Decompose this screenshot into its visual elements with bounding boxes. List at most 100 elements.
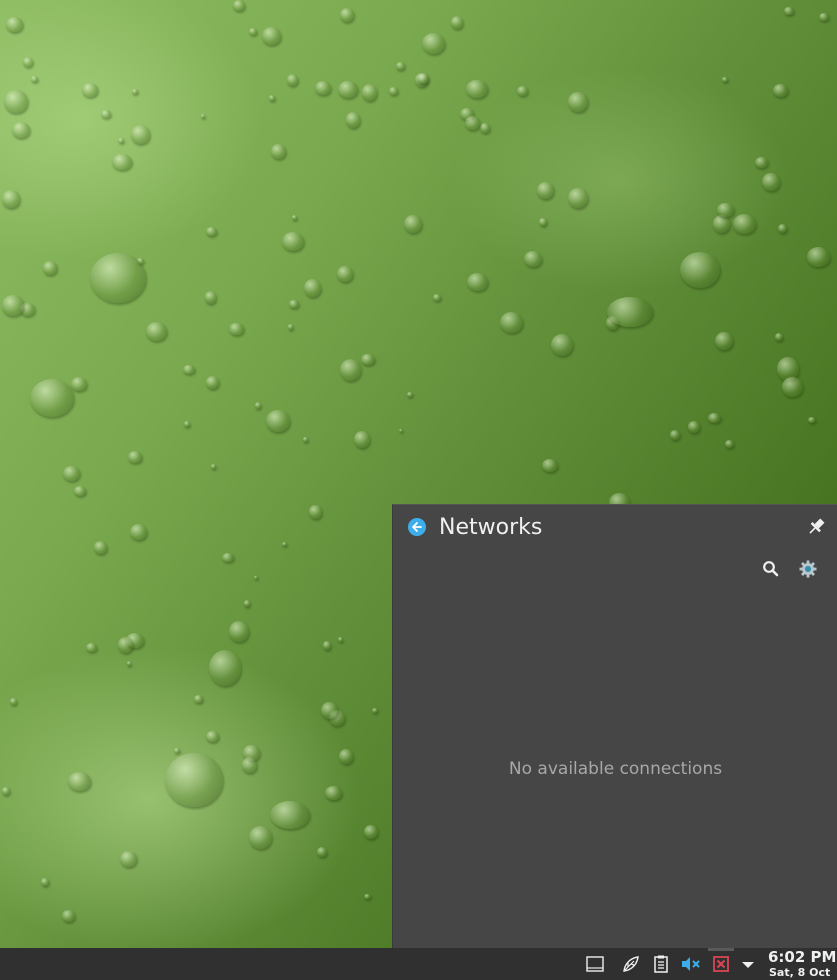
water-droplet [282, 542, 287, 547]
water-droplet [467, 272, 489, 291]
water-droplet [353, 430, 371, 448]
pin-button[interactable] [804, 515, 828, 539]
water-droplet [551, 334, 573, 357]
water-droplet [85, 642, 97, 652]
water-droplet [165, 753, 223, 807]
water-droplet [249, 27, 258, 36]
popup-header: Networks [393, 505, 837, 553]
water-droplet [808, 416, 816, 424]
clock-time[interactable]: 6:02 PM [768, 948, 836, 966]
water-droplet [62, 466, 80, 482]
water-droplet [22, 56, 34, 68]
network-tray-button[interactable] [711, 954, 731, 974]
water-droplet [399, 428, 404, 432]
water-droplet [228, 620, 249, 643]
water-droplet [174, 747, 180, 753]
water-droplet [146, 321, 167, 341]
water-droplet [194, 694, 204, 703]
water-droplet [539, 217, 547, 226]
clipboard-icon [654, 955, 668, 973]
water-droplet [337, 80, 358, 98]
water-droplet [201, 114, 206, 118]
water-droplet [61, 909, 75, 922]
back-arrow-icon [412, 522, 422, 532]
volume-tray-button[interactable] [680, 954, 700, 974]
water-droplet [30, 76, 39, 83]
water-droplet [90, 253, 146, 303]
water-droplet [68, 772, 92, 792]
search-button[interactable] [761, 559, 781, 579]
water-droplet [322, 641, 331, 650]
water-droplet [4, 89, 28, 113]
volume-muted-icon [682, 957, 700, 971]
clock-date[interactable]: Sat, 8 Oct [769, 966, 830, 979]
water-droplet [524, 250, 543, 268]
water-droplet [183, 421, 191, 427]
popup-title: Networks [439, 515, 543, 540]
expand-tray-button[interactable] [738, 954, 758, 974]
water-droplet [806, 247, 831, 267]
network-disconnected-icon [713, 956, 729, 972]
leaf-icon [623, 956, 639, 972]
water-droplet [262, 27, 281, 45]
water-droplet [669, 430, 681, 440]
water-droplet [450, 15, 464, 29]
water-droplet [74, 485, 86, 496]
water-droplet [309, 504, 323, 519]
water-droplet [338, 636, 343, 642]
water-droplet [302, 436, 308, 443]
water-droplet [232, 0, 245, 12]
water-droplet [499, 311, 523, 333]
water-droplet [94, 541, 107, 554]
water-droplet [361, 353, 375, 365]
water-droplet [205, 375, 220, 389]
water-droplet [126, 661, 132, 666]
water-droplet [288, 324, 294, 330]
water-droplet [243, 600, 251, 607]
water-droplet [254, 575, 259, 580]
water-droplet [132, 88, 138, 94]
water-droplet [70, 377, 88, 391]
water-droplet [339, 358, 361, 381]
water-droplet [11, 121, 31, 138]
water-droplet [567, 91, 588, 112]
water-droplet [205, 226, 217, 237]
water-droplet [568, 188, 588, 209]
water-droplet [315, 81, 332, 96]
water-droplet [1, 295, 25, 316]
water-droplet [209, 650, 241, 686]
water-droplet [81, 82, 98, 98]
water-droplet [2, 190, 20, 208]
active-applet-indicator [708, 948, 734, 951]
water-droplet [339, 749, 354, 765]
water-droplet [465, 115, 481, 130]
back-button[interactable] [408, 518, 426, 536]
water-droplet [716, 202, 734, 218]
water-droplet [361, 83, 378, 101]
water-droplet [222, 552, 235, 563]
water-droplet [131, 124, 150, 145]
settings-button[interactable] [798, 559, 818, 579]
water-droplet [754, 156, 768, 168]
water-droplet [2, 786, 10, 795]
water-droplet [269, 95, 276, 102]
water-droplet [432, 294, 441, 301]
water-droplet [516, 85, 528, 96]
water-droplet [340, 7, 354, 22]
water-droplet [407, 392, 414, 398]
water-droplet [41, 878, 49, 887]
updates-tray-button[interactable] [621, 954, 641, 974]
water-droplet [762, 172, 780, 191]
show-desktop-button[interactable] [585, 954, 605, 974]
water-droplet [270, 143, 286, 159]
water-droplet [129, 523, 147, 541]
water-droplet [291, 215, 297, 221]
water-droplet [708, 412, 722, 424]
water-droplet [117, 637, 134, 654]
water-droplet [345, 112, 361, 129]
water-droplet [536, 181, 554, 199]
clipboard-tray-button[interactable] [651, 954, 671, 974]
water-droplet [117, 137, 124, 143]
networks-popup: Networks No available connections [392, 504, 837, 949]
water-droplet [287, 74, 299, 87]
